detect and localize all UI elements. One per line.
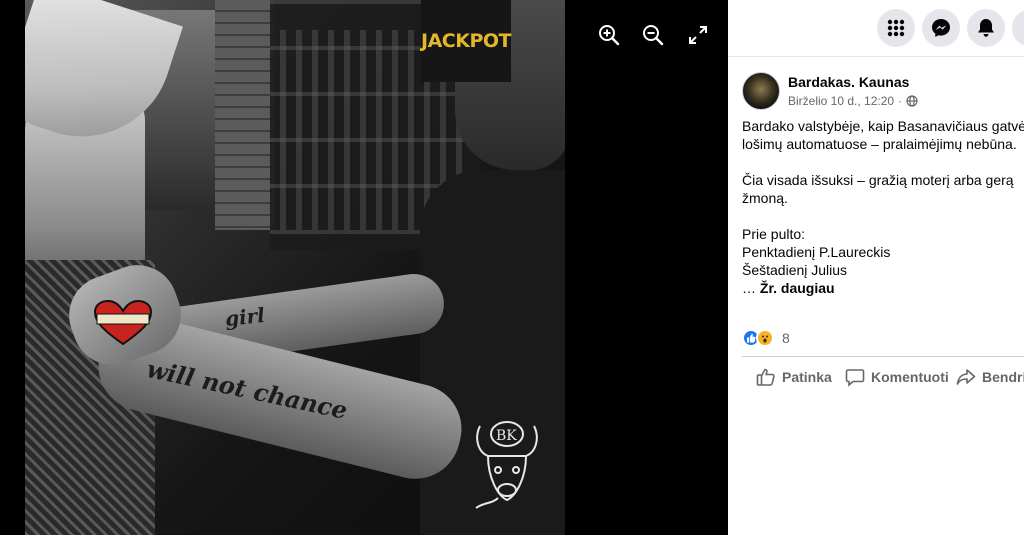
globe-icon bbox=[906, 95, 918, 107]
menu-button[interactable] bbox=[877, 9, 915, 47]
brick-wall bbox=[215, 0, 275, 230]
share-icon bbox=[956, 369, 976, 385]
zoom-in-button[interactable] bbox=[594, 20, 624, 50]
see-more-line: … Žr. daugiau bbox=[742, 279, 1024, 297]
ellipsis: … bbox=[742, 280, 760, 296]
jackpot-censor-bar: JACKPOT bbox=[421, 0, 511, 82]
wow-reaction-icon bbox=[756, 329, 774, 347]
photo-viewer: girl will not chance JACKPOT BK bbox=[0, 0, 728, 535]
messenger-button[interactable] bbox=[922, 9, 960, 47]
fullscreen-button[interactable] bbox=[683, 20, 713, 50]
meta-separator: · bbox=[898, 94, 903, 108]
zoom-out-icon bbox=[643, 25, 664, 46]
post-line: Prie pulto: bbox=[742, 226, 806, 242]
author-name[interactable]: Bardakas. Kaunas bbox=[788, 74, 909, 90]
fullscreen-icon bbox=[689, 26, 707, 44]
avatar[interactable] bbox=[742, 72, 780, 110]
zoom-in-icon bbox=[599, 25, 620, 46]
post-line: Čia visada išsuksi – gražią moterį arba … bbox=[742, 172, 1014, 188]
thumbs-up-icon bbox=[756, 368, 775, 386]
like-button[interactable]: Patinka bbox=[756, 362, 832, 392]
viewer-toolbar bbox=[548, 20, 728, 50]
post-actions: Patinka Komentuoti Bendrinti bbox=[742, 362, 1024, 392]
post-header: Bardakas. Kaunas Birželio 10 d., 12:20 · bbox=[742, 72, 1022, 112]
like-label: Patinka bbox=[782, 369, 832, 385]
comment-label: Komentuoti bbox=[871, 369, 949, 385]
post-photo[interactable]: girl will not chance JACKPOT BK bbox=[25, 0, 565, 535]
facebook-photo-viewer: girl will not chance JACKPOT BK Bardakas… bbox=[0, 0, 1024, 535]
post-panel: Bardakas. Kaunas Birželio 10 d., 12:20 ·… bbox=[728, 0, 1024, 535]
notifications-bell-icon bbox=[978, 19, 994, 37]
comment-button[interactable]: Komentuoti bbox=[845, 362, 949, 392]
reactions-summary[interactable]: 8 bbox=[742, 328, 790, 348]
post-text: Bardako valstybėje, kaip Basanavičiaus g… bbox=[742, 117, 1024, 297]
share-label: Bendrinti bbox=[982, 369, 1024, 385]
menu-grid-icon bbox=[887, 19, 905, 37]
comment-icon bbox=[845, 369, 865, 387]
post-line: Penktadienį P.Laureckis bbox=[742, 244, 891, 260]
bk-bull-logo-icon: BK bbox=[475, 421, 538, 509]
heart-tattoo-icon bbox=[93, 300, 153, 346]
notifications-button[interactable] bbox=[967, 9, 1005, 47]
account-button[interactable] bbox=[1012, 9, 1024, 47]
tattoo-text-upper: girl bbox=[223, 302, 266, 332]
post-line: Bardako valstybėje, kaip Basanavičiaus g… bbox=[742, 118, 1024, 134]
post-line: lošimų automatuose – pralaimėjimų nebūna… bbox=[742, 136, 1017, 152]
post-line: Šeštadienį Julius bbox=[742, 262, 848, 278]
messenger-icon bbox=[932, 19, 950, 37]
post-meta: Birželio 10 d., 12:20 · bbox=[788, 94, 918, 108]
see-more-link[interactable]: Žr. daugiau bbox=[760, 280, 835, 296]
reaction-count: 8 bbox=[782, 330, 790, 346]
post-line: žmoną. bbox=[742, 190, 788, 206]
divider bbox=[742, 356, 1024, 357]
post-date[interactable]: Birželio 10 d., 12:20 bbox=[788, 94, 894, 108]
zoom-out-button[interactable] bbox=[638, 20, 668, 50]
share-button[interactable]: Bendrinti bbox=[956, 362, 1024, 392]
top-bar bbox=[728, 0, 1024, 57]
svg-text:BK: BK bbox=[496, 428, 517, 444]
